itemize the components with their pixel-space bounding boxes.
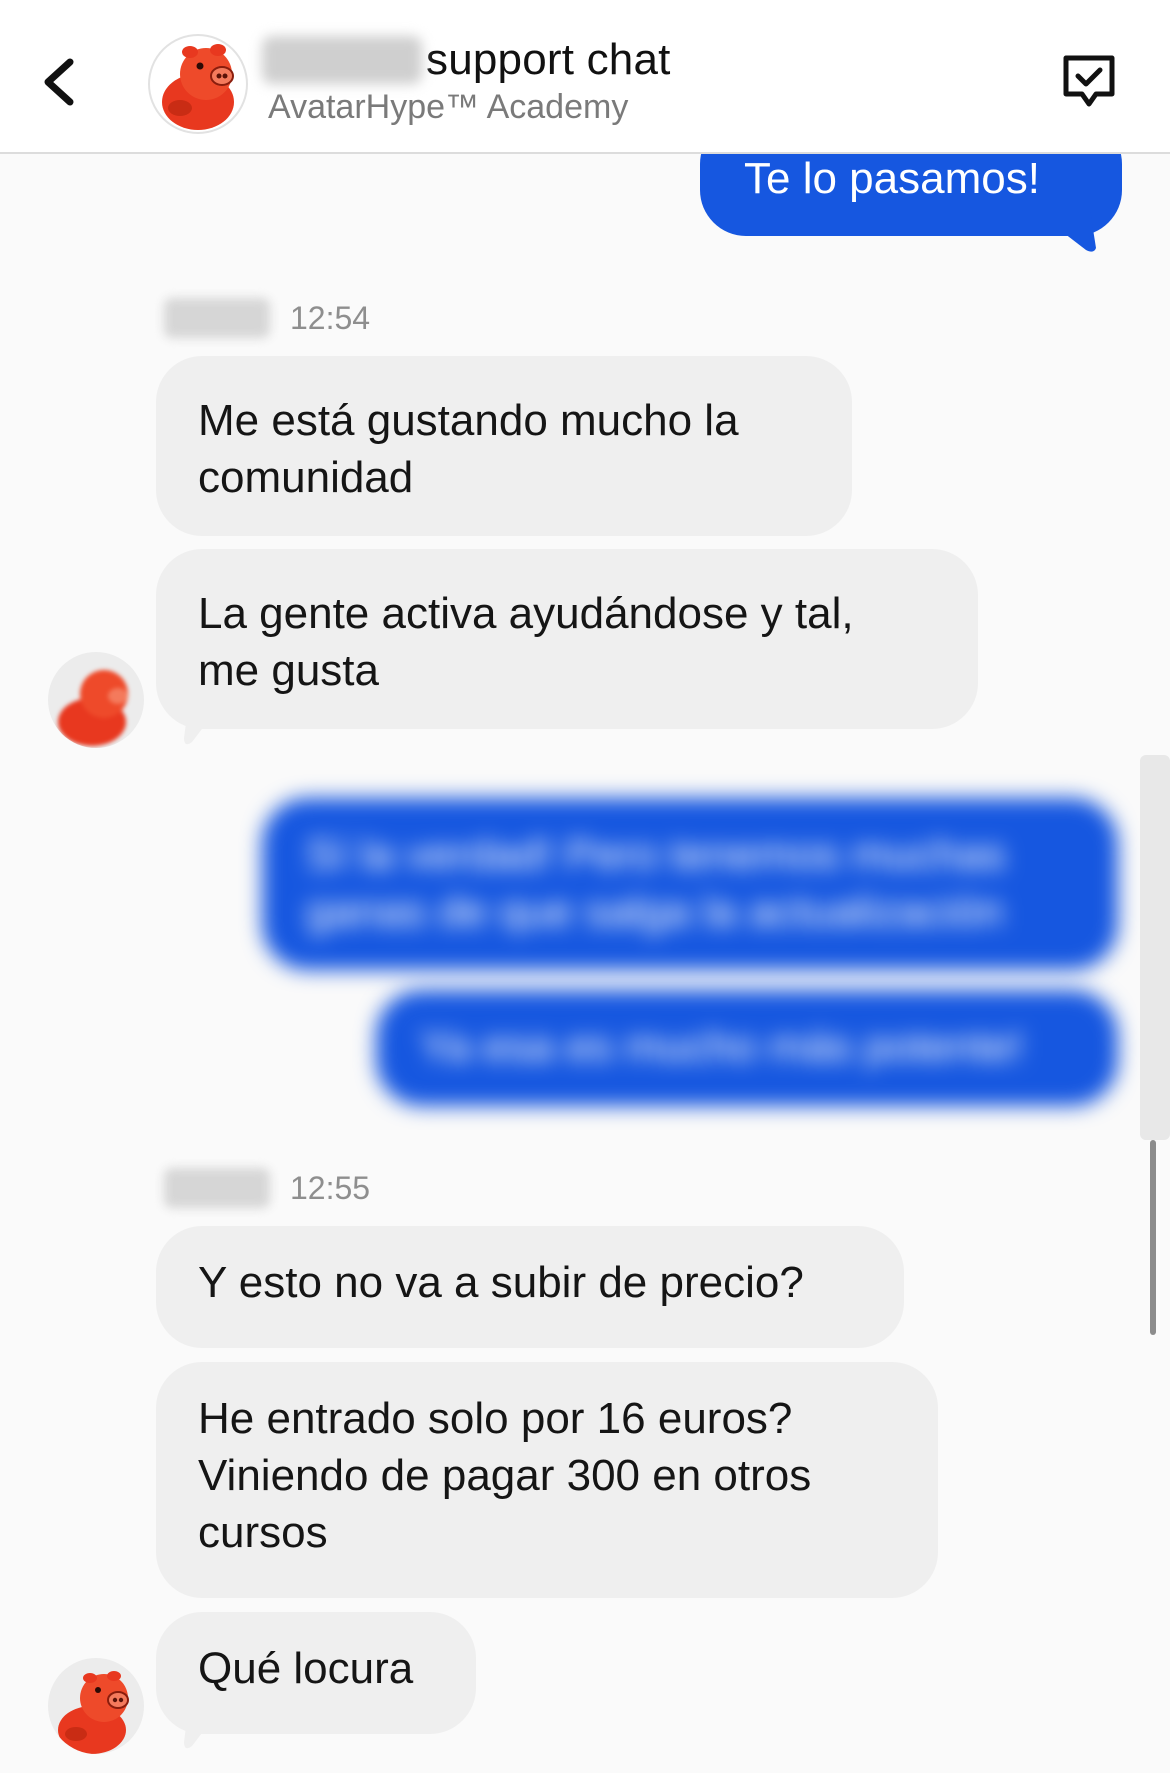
blurred-user-name [262, 36, 422, 84]
message-incoming[interactable]: Me está gustando mucho la comunidad [156, 356, 852, 536]
message-meta: 12:54 [164, 293, 370, 343]
message-meta: 12:55 [164, 1163, 370, 1213]
blurred-sender-name [164, 298, 270, 338]
message-incoming[interactable]: La gente activa ayudándose y tal, me gus… [156, 549, 978, 729]
chat-header: support chat AvatarHype™ Academy [0, 0, 1170, 154]
message-text: He entrado solo por 16 euros? Viniendo d… [198, 1394, 812, 1557]
chat-screen: support chat AvatarHype™ Academy Te lo p… [0, 0, 1170, 1773]
message-text: Me está gustando mucho la comunidad [198, 396, 739, 502]
message-text: Sí la verdad! Pero tenemos muchas ganas … [306, 830, 1006, 936]
sender-avatar[interactable] [48, 652, 144, 748]
message-incoming[interactable]: He entrado solo por 16 euros? Viniendo d… [156, 1362, 938, 1598]
message-incoming[interactable]: Y esto no va a subir de precio? [156, 1226, 904, 1348]
bubble-tail [184, 1712, 218, 1749]
message-text: Y esto no va a subir de precio? [198, 1258, 804, 1307]
chat-subtitle: AvatarHype™ Academy [268, 88, 629, 126]
red-pig-avatar-icon [162, 44, 234, 130]
scrollbar-thumb[interactable] [1150, 1140, 1156, 1335]
message-check-icon [1063, 55, 1115, 107]
bubble-tail [1060, 210, 1096, 252]
red-pig-avatar-icon [58, 1671, 129, 1754]
bubble-tail [184, 708, 218, 745]
scrollbar-track[interactable] [1140, 755, 1170, 1140]
message-outgoing[interactable]: Sí la verdad! Pero tenemos muchas ganas … [262, 798, 1118, 970]
message-text: Qué locura [198, 1644, 414, 1693]
back-button[interactable] [34, 44, 94, 120]
red-pig-avatar-icon [58, 670, 128, 746]
timestamp: 12:54 [290, 299, 371, 336]
timestamp: 12:55 [290, 1169, 371, 1206]
sender-avatar[interactable] [48, 1658, 144, 1754]
blurred-sender-name [164, 1168, 270, 1208]
message-text: La gente activa ayudándose y tal, me gus… [198, 589, 854, 695]
message-text: Te lo pasamos! [744, 154, 1040, 203]
message-text: Ya esa es mucho más potente! [420, 1022, 1024, 1071]
chat-avatar[interactable] [148, 34, 248, 134]
mark-resolved-button[interactable] [1058, 50, 1120, 112]
chat-title: support chat [426, 35, 671, 84]
chevron-left-icon [44, 58, 74, 106]
message-outgoing[interactable]: Ya esa es mucho más potente! [376, 990, 1118, 1106]
